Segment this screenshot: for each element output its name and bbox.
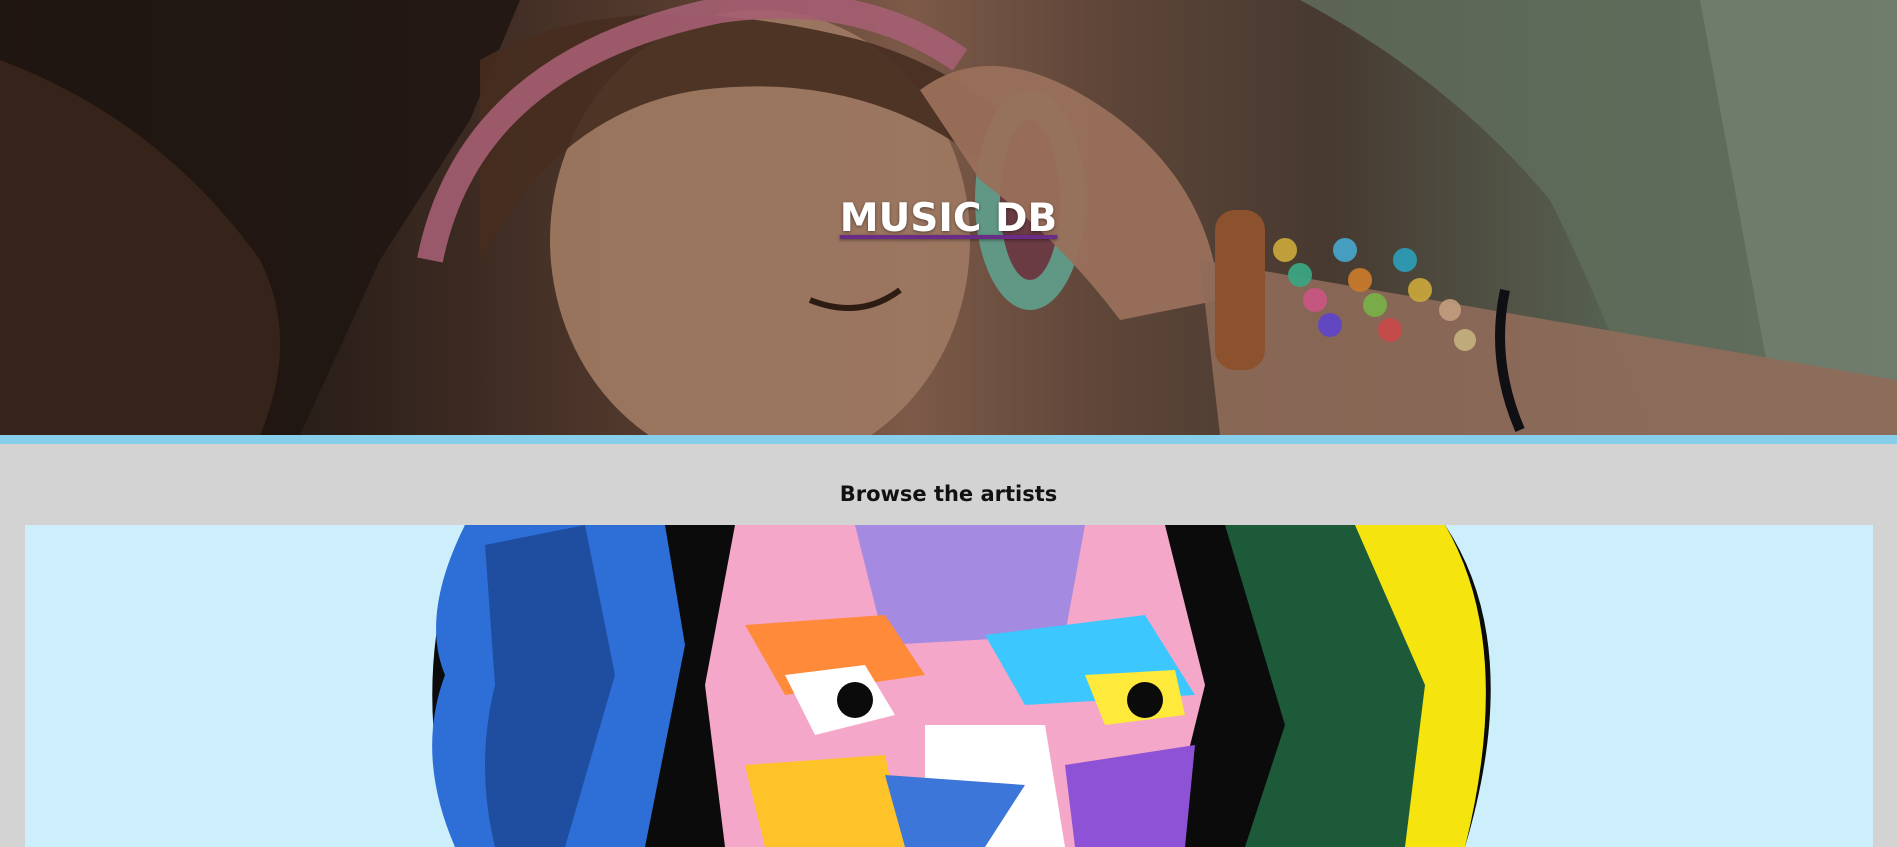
home-link[interactable]: MUSIC DB bbox=[840, 196, 1057, 241]
hero-banner: MUSIC DB bbox=[0, 0, 1897, 435]
hero-divider bbox=[0, 435, 1897, 444]
artist-portrait-image bbox=[432, 525, 1491, 847]
site-title: MUSIC DB bbox=[0, 195, 1897, 243]
featured-artist-card[interactable] bbox=[25, 525, 1873, 847]
browse-heading: Browse the artists bbox=[839, 482, 1058, 506]
